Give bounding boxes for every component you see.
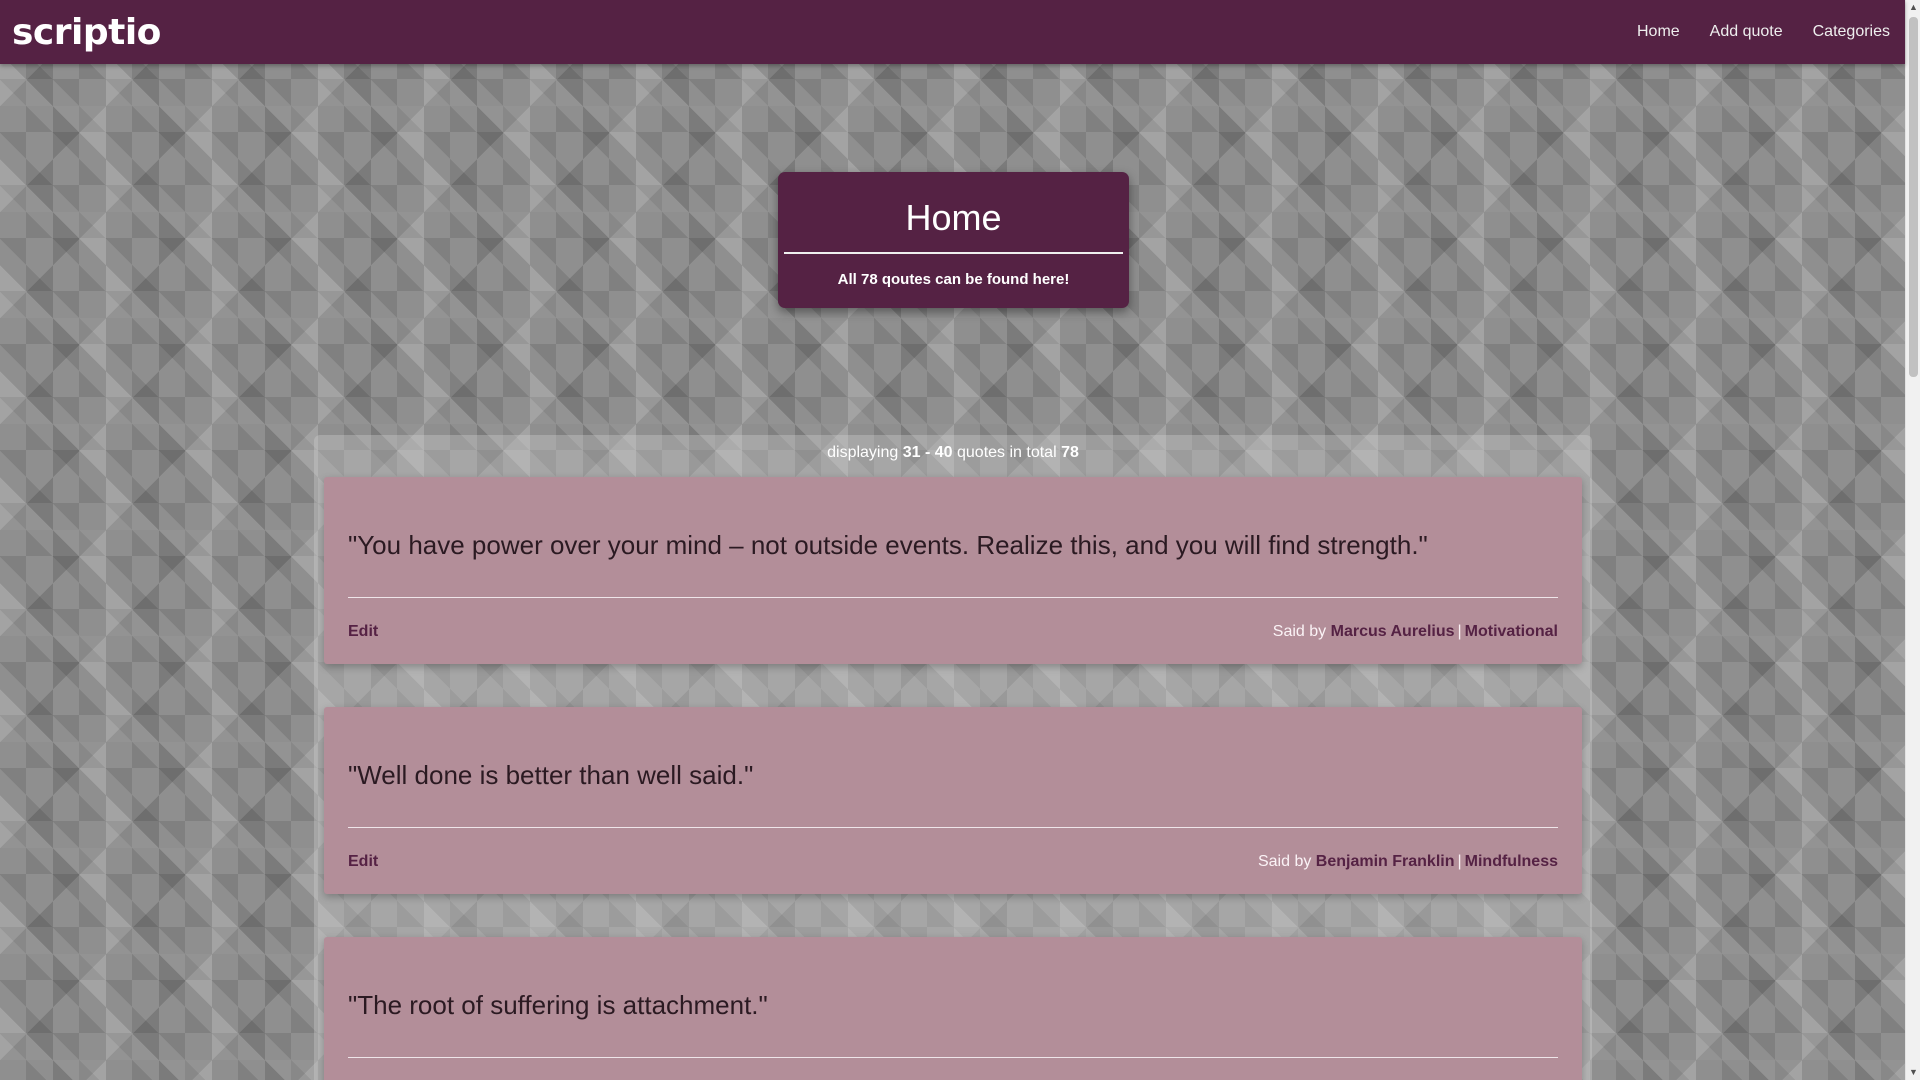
author-link[interactable]: Benjamin Franklin [1316,853,1455,870]
said-by-label: Said by [1257,853,1312,870]
triangle-down-icon[interactable]: ▼ [1906,1065,1920,1080]
meta-separator: | [1457,623,1462,640]
pagination-prefix: displaying [827,444,899,461]
nav-add-quote-link[interactable]: Add quote [1695,23,1798,41]
category-link[interactable]: Mindfulness [1465,853,1558,870]
header-divider [784,252,1123,254]
pagination-range: 31 - 40 [902,444,953,461]
quote-text: "The root of suffering is attachment." [348,990,768,1020]
quote-divider [348,597,1558,598]
pagination-total: 78 [1061,444,1079,461]
triangle-up-icon[interactable]: ▲ [1906,0,1920,15]
quote-meta: Said by Marcus Aurelius | Motivational [1273,623,1558,641]
quote-card: "The root of suffering is attachment." [324,937,1582,1080]
quote-text: "Well done is better than well said." [348,760,754,790]
page-title: Home [905,197,1002,238]
top-navbar: scriptio Home Add quote Categories [0,0,1905,64]
pagination-middle: quotes in total [957,444,1057,461]
edit-link[interactable]: Edit [348,853,378,871]
nav-categories-link[interactable]: Categories [1798,23,1890,41]
scriptio-logo[interactable]: scriptio [12,12,161,53]
quote-divider [348,827,1558,828]
quote-meta: Said by Benjamin Franklin | Mindfulness [1258,853,1558,871]
page-scrollbar[interactable]: ▲ ▼ [1905,0,1920,1080]
meta-separator: | [1457,853,1462,870]
quote-card: "You have power over your mind – not out… [324,477,1582,664]
quote-divider [348,1057,1558,1058]
nav-home-link[interactable]: Home [1622,23,1695,41]
pagination-info: displaying 31 - 40 quotes in total 78 [314,444,1592,462]
said-by-label: Said by [1272,623,1327,640]
page-header-card: Home All 78 qoutes can be found here! [778,172,1129,308]
edit-link[interactable]: Edit [348,623,378,641]
scrollbar-thumb[interactable] [1909,17,1918,377]
nav-links: Home Add quote Categories [1622,23,1890,41]
quote-text: "You have power over your mind – not out… [348,530,1428,560]
category-link[interactable]: Motivational [1465,623,1558,640]
author-link[interactable]: Marcus Aurelius [1331,623,1455,640]
quote-card: "Well done is better than well said." Ed… [324,707,1582,894]
page-subtitle: All 78 qoutes can be found here! [837,271,1070,288]
